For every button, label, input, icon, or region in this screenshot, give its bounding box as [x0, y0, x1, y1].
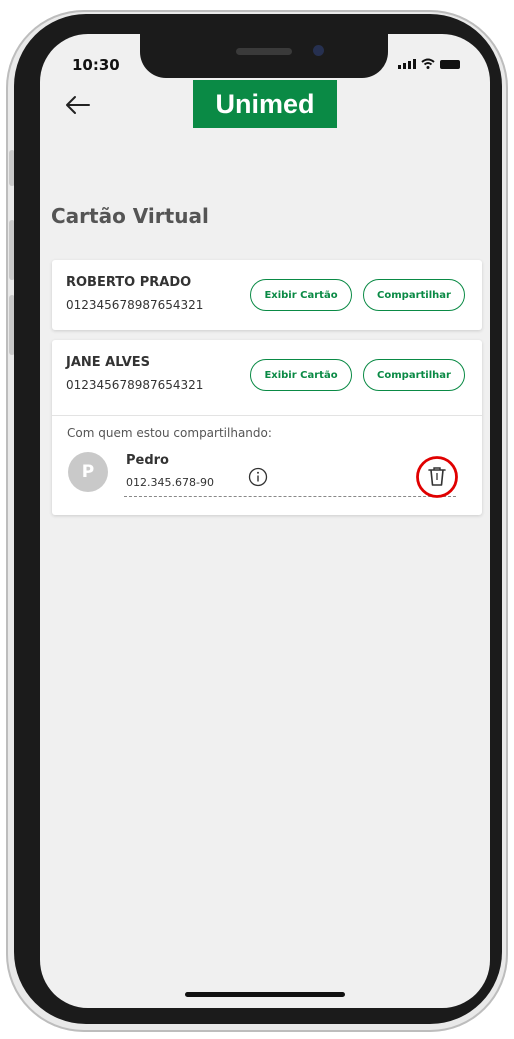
divider [52, 415, 482, 416]
shared-section-label: Com quem estou compartilhando: [67, 426, 272, 440]
status-icons [398, 58, 460, 69]
avatar: P [68, 452, 108, 492]
card-holder-name: ROBERTO PRADO [66, 275, 192, 290]
speaker [236, 48, 292, 55]
shared-person-doc: 012.345.678-90 [126, 476, 214, 489]
card-number: 012345678987654321 [66, 298, 204, 312]
home-indicator[interactable] [185, 992, 345, 997]
card-holder-name: JANE ALVES [66, 355, 151, 370]
status-time: 10:30 [72, 56, 120, 74]
info-icon[interactable] [248, 467, 268, 487]
battery-icon [440, 60, 460, 69]
notch [140, 34, 388, 78]
page-title: Cartão Virtual [51, 204, 209, 228]
share-button[interactable]: Compartilhar [363, 359, 465, 391]
camera [313, 45, 324, 56]
trash-icon[interactable] [415, 455, 459, 499]
shared-person-name: Pedro [126, 453, 169, 468]
view-card-button[interactable]: Exibir Cartão [250, 359, 352, 391]
card-roberto: ROBERTO PRADO 012345678987654321 Exibir … [52, 260, 482, 330]
dotted-divider [124, 496, 456, 497]
wifi-icon [421, 58, 435, 69]
screen: 10:30 Unimed Cartão Virtual ROBERTO PRAD… [40, 34, 490, 1008]
unimed-logo: Unimed [193, 80, 337, 128]
arrow-left-icon[interactable] [62, 90, 92, 120]
share-button[interactable]: Compartilhar [363, 279, 465, 311]
view-card-button[interactable]: Exibir Cartão [250, 279, 352, 311]
signal-icon [398, 59, 416, 69]
card-jane: JANE ALVES 012345678987654321 Exibir Car… [52, 340, 482, 515]
card-number: 012345678987654321 [66, 378, 204, 392]
